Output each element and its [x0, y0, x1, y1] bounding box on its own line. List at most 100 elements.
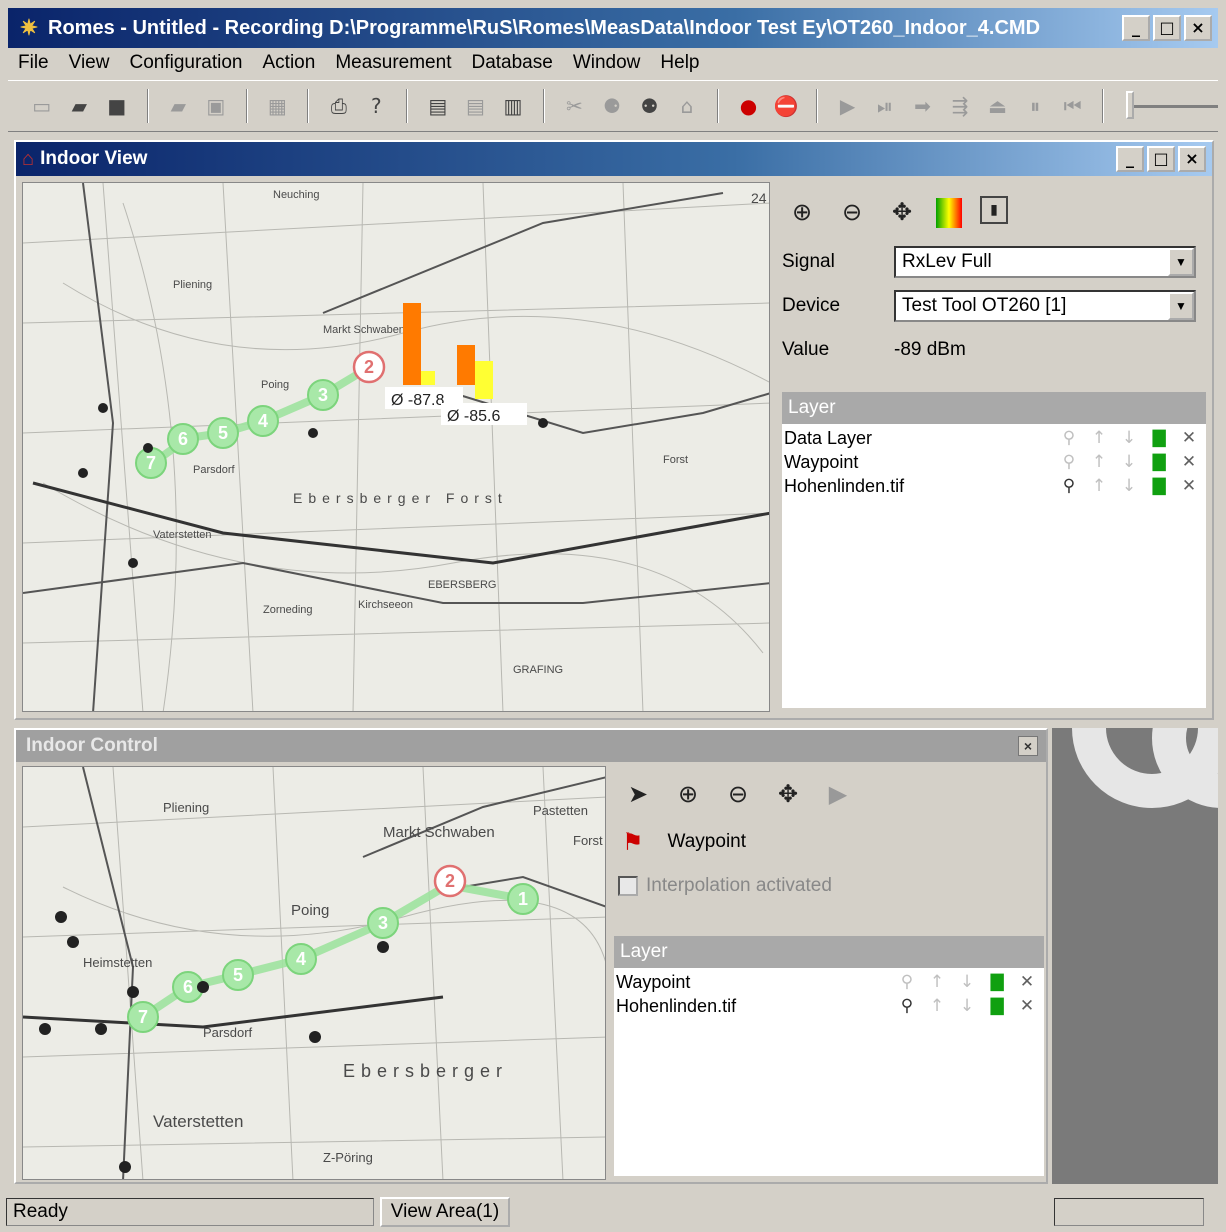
view-area-tab[interactable]: View Area(1)	[380, 1197, 510, 1227]
text-table-icon[interactable]: ▥	[499, 91, 527, 121]
save-icon[interactable]: ■	[103, 91, 131, 121]
zoom-in-icon[interactable]: ⊕	[672, 778, 704, 810]
arrow-down-icon[interactable]: ↓	[1118, 476, 1140, 496]
interpolation-checkbox[interactable]	[618, 876, 638, 896]
record-icon[interactable]: ●	[735, 91, 763, 121]
indoor-view-minimize-button[interactable]: _	[1116, 146, 1144, 172]
map-label-neuching: Neuching	[273, 189, 319, 201]
monitor-icon[interactable]: ▇	[1148, 428, 1170, 448]
layer-row[interactable]: Hohenlinden.tif ⚲ ↑ ↓ ▇ ✕	[614, 994, 1044, 1018]
device-network-icon[interactable]: ⚉	[636, 91, 664, 121]
config-grid-icon[interactable]: ▦	[264, 91, 292, 121]
menu-file[interactable]: File	[18, 52, 49, 74]
indoor-control-map[interactable]: Markt Schwaben Ebersberger Vaterstetten …	[22, 766, 606, 1180]
layer-name: Hohenlinden.tif	[616, 995, 737, 1016]
fast-forward-icon[interactable]: ⇶	[946, 91, 974, 121]
arrow-up-icon[interactable]: ↑	[1088, 428, 1110, 448]
delete-icon[interactable]: ✕	[1016, 972, 1038, 992]
play-icon[interactable]: ▶	[834, 91, 862, 121]
layer-row[interactable]: Hohenlinden.tif ⚲ ↑ ↓ ▇ ✕	[782, 474, 1206, 498]
indoor-view-close-button[interactable]: ×	[1178, 146, 1206, 172]
pan-icon[interactable]: ✥	[772, 778, 804, 810]
pan-icon[interactable]: ✥	[886, 196, 918, 228]
delete-icon[interactable]: ✕	[1016, 996, 1038, 1016]
arrow-up-icon[interactable]: ↑	[926, 972, 948, 992]
layer-row[interactable]: Data Layer ⚲ ↑ ↓ ▇ ✕	[782, 426, 1206, 450]
menu-database[interactable]: Database	[471, 52, 552, 74]
home-icon[interactable]: ⌂	[673, 91, 701, 121]
arrow-up-icon[interactable]: ↑	[1088, 452, 1110, 472]
ctrl-waypoint-4-label: 4	[296, 949, 306, 969]
step-forward-icon[interactable]: ➡	[909, 91, 937, 121]
minimize-button[interactable]: _	[1122, 15, 1150, 41]
marker-icon[interactable]: ⏏	[984, 91, 1012, 121]
zoom-out-icon[interactable]: ⊖	[722, 778, 754, 810]
table-view-icon[interactable]: ▤	[424, 91, 452, 121]
replay-speed-slider[interactable]	[1126, 90, 1219, 119]
menu-help[interactable]: Help	[660, 52, 699, 74]
arrow-down-icon[interactable]: ↓	[1118, 452, 1140, 472]
layer-row[interactable]: Waypoint ⚲ ↑ ↓ ▇ ✕	[782, 450, 1206, 474]
layer-row[interactable]: Waypoint ⚲ ↑ ↓ ▇ ✕	[614, 970, 1044, 994]
delete-icon[interactable]: ✕	[1178, 476, 1200, 496]
avg-label-1: Ø -87.8	[391, 392, 444, 409]
rewind-icon[interactable]: ⏮	[1059, 91, 1087, 121]
arrow-down-icon[interactable]: ↓	[956, 972, 978, 992]
flag-icon[interactable]: ⚑	[622, 828, 644, 856]
indoor-control-close-button[interactable]: ×	[1018, 736, 1038, 756]
map-canvas: Markt Schwaben Ebersberger Forst Vaterst…	[23, 183, 769, 711]
zoom-in-icon[interactable]: ⊕	[786, 196, 818, 228]
close-measurement-icon[interactable]: ▣	[202, 91, 230, 121]
menu-measurement[interactable]: Measurement	[335, 52, 451, 74]
pointer-icon[interactable]: ➤	[622, 778, 654, 810]
indoor-view-map[interactable]: Markt Schwaben Ebersberger Forst Vaterst…	[22, 182, 770, 712]
zoom-out-icon[interactable]: ⊖	[836, 196, 868, 228]
magnifier-icon[interactable]: ⚲	[896, 972, 918, 992]
magnifier-icon[interactable]: ⚲	[1058, 452, 1080, 472]
maximize-button[interactable]: □	[1153, 15, 1181, 41]
map-label-grafing: GRAFING	[513, 664, 563, 676]
delete-icon[interactable]: ✕	[1178, 428, 1200, 448]
signal-select[interactable]: RxLev Full ▼	[894, 246, 1196, 278]
magnifier-icon[interactable]: ⚲	[1058, 428, 1080, 448]
layer-name: Waypoint	[616, 971, 691, 992]
arrow-up-icon[interactable]: ↑	[926, 996, 948, 1016]
house-icon: ⌂	[22, 147, 35, 170]
pause-icon[interactable]: ⏸	[1021, 91, 1049, 121]
delete-icon[interactable]: ✕	[1178, 452, 1200, 472]
device-select[interactable]: Test Tool OT260 [1] ▼	[894, 290, 1196, 322]
histogram-icon[interactable]: ▮	[980, 196, 1008, 224]
menu-configuration[interactable]: Configuration	[129, 52, 242, 74]
stop-icon[interactable]: ⛔	[772, 91, 800, 121]
color-scale-icon[interactable]	[936, 198, 962, 228]
slider-thumb[interactable]	[1126, 90, 1135, 119]
chevron-down-icon[interactable]: ▼	[1168, 248, 1194, 276]
play-icon[interactable]: ▶	[822, 778, 854, 810]
play-pause-icon[interactable]: ⏯	[871, 91, 899, 121]
arrow-down-icon[interactable]: ↓	[956, 996, 978, 1016]
new-file-icon[interactable]: ▭	[28, 91, 56, 121]
close-button[interactable]: ×	[1184, 15, 1212, 41]
chevron-down-icon[interactable]: ▼	[1168, 292, 1194, 320]
menu-view[interactable]: View	[69, 52, 110, 74]
network-icon[interactable]: ⚈	[598, 91, 626, 121]
arrow-up-icon[interactable]: ↑	[1088, 476, 1110, 496]
signal-label: Signal	[782, 251, 835, 272]
open-measurement-icon[interactable]: ▰	[165, 91, 193, 121]
monitor-icon[interactable]: ▇	[1148, 476, 1170, 496]
bar-2	[421, 371, 435, 385]
menu-action[interactable]: Action	[263, 52, 316, 74]
disconnect-icon[interactable]: ✂	[561, 91, 589, 121]
menu-window[interactable]: Window	[573, 52, 641, 74]
arrow-down-icon[interactable]: ↓	[1118, 428, 1140, 448]
print-icon[interactable]: ⎙	[325, 91, 353, 121]
monitor-icon[interactable]: ▇	[986, 972, 1008, 992]
monitor-icon[interactable]: ▇	[1148, 452, 1170, 472]
monitor-icon[interactable]: ▇	[986, 996, 1008, 1016]
help-icon[interactable]: ?	[363, 91, 391, 121]
magnifier-icon[interactable]: ⚲	[896, 996, 918, 1016]
indoor-view-maximize-button[interactable]: □	[1147, 146, 1175, 172]
table-edit-icon[interactable]: ▤	[462, 91, 490, 121]
open-folder-icon[interactable]: ▰	[66, 91, 94, 121]
magnifier-icon[interactable]: ⚲	[1058, 476, 1080, 496]
